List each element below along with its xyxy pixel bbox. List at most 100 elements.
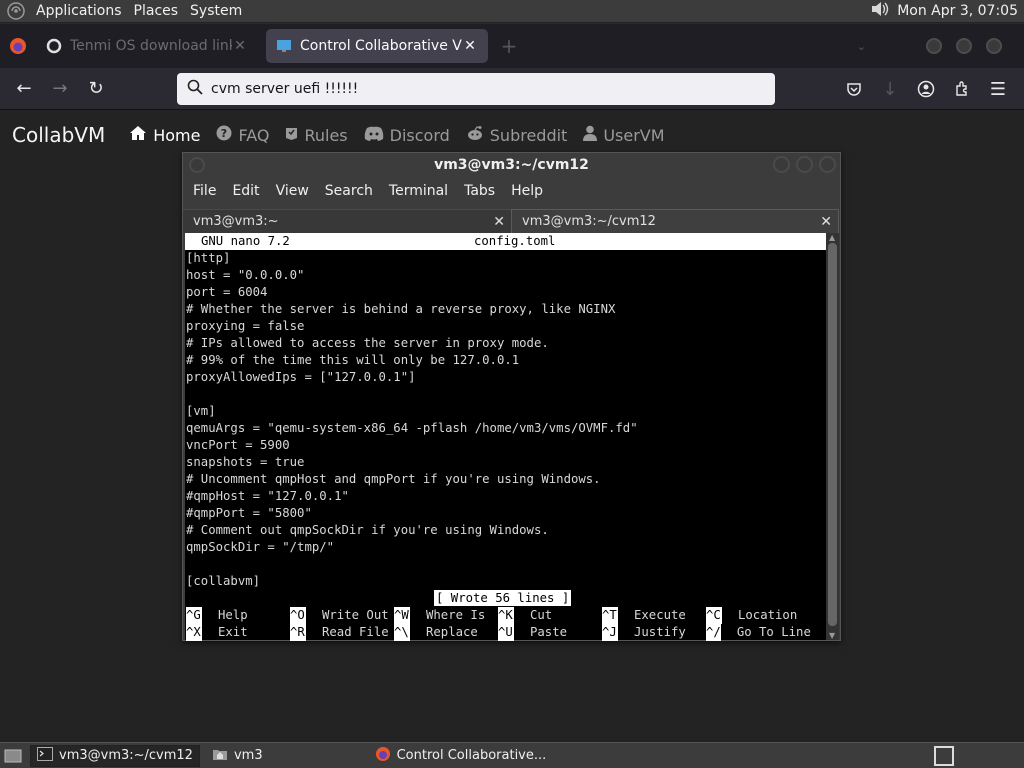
- shortcut-key: ^U: [498, 624, 514, 641]
- workspace-switcher[interactable]: [934, 745, 954, 766]
- downloads-icon[interactable]: ↓: [872, 71, 908, 107]
- nav-rules[interactable]: Rules: [285, 125, 348, 145]
- shortcut-key: ^C: [706, 607, 722, 624]
- shortcut-label: Paste: [530, 625, 568, 639]
- shortcut-label: Replace: [426, 625, 478, 639]
- shortcut-label: Write Out: [322, 608, 389, 622]
- places-menu[interactable]: Places: [130, 3, 187, 19]
- account-icon[interactable]: [908, 71, 944, 107]
- nav-home[interactable]: Home: [129, 125, 200, 145]
- rules-icon: [285, 125, 298, 145]
- close-button[interactable]: [819, 156, 836, 173]
- buffer-line: qmpSockDir = "/tmp/": [186, 540, 335, 554]
- shortcut-label: Location: [738, 608, 798, 622]
- close-icon[interactable]: ✕: [493, 214, 505, 230]
- firefox-icon: [375, 746, 391, 766]
- taskbar-label: vm3: [233, 748, 263, 763]
- reload-button[interactable]: ↻: [78, 71, 114, 107]
- scroll-down-icon[interactable]: ▼: [829, 631, 835, 640]
- taskbar-item-firefox[interactable]: Control Collaborative...: [369, 745, 553, 767]
- menu-edit[interactable]: Edit: [232, 183, 259, 199]
- nav-discord[interactable]: Discord: [364, 126, 450, 145]
- terminal-titlebar[interactable]: vm3@vm3:~/cvm12: [183, 153, 840, 177]
- nano-buffer[interactable]: [http] host = "0.0.0.0" port = 6004 # Wheth…: [185, 250, 827, 590]
- buffer-line: proxying = false: [186, 319, 305, 333]
- taskbar-item-folder[interactable]: vm3: [206, 745, 269, 767]
- browser-tab-strip: Tenmi OS download links ✕ Control Collab…: [0, 24, 1024, 68]
- scroll-up-icon[interactable]: ▲: [829, 233, 835, 242]
- buffer-line: [vm]: [186, 404, 216, 418]
- browser-tab-collabvm[interactable]: Control Collaborative Virtual ✕: [266, 29, 488, 63]
- url-bar[interactable]: cvm server uefi !!!!!!: [177, 73, 775, 105]
- nano-version: GNU nano 7.2: [201, 234, 290, 248]
- nano-shortcut: ^O Write Out: [290, 607, 394, 624]
- system-menu[interactable]: System: [186, 3, 250, 19]
- tab-close-icon[interactable]: ✕: [462, 38, 478, 54]
- shortcut-key: ^W: [394, 607, 410, 624]
- close-icon[interactable]: ✕: [820, 214, 832, 230]
- taskbar-item-terminal[interactable]: vm3@vm3:~/cvm12: [30, 744, 200, 767]
- back-button[interactable]: ←: [6, 71, 42, 107]
- new-tab-button[interactable]: +: [494, 34, 524, 58]
- discord-icon: [364, 126, 384, 145]
- extensions-icon[interactable]: [944, 71, 980, 107]
- tab-title: Control Collaborative Virtual: [300, 38, 462, 54]
- site-brand[interactable]: CollabVM: [12, 123, 105, 147]
- question-icon: ?: [216, 125, 232, 145]
- mate-logo-icon[interactable]: [6, 1, 26, 21]
- nano-shortcut: ^C Location: [706, 607, 810, 624]
- tab-title: Tenmi OS download links: [70, 38, 232, 54]
- list-all-tabs-icon[interactable]: ⌄: [857, 40, 866, 53]
- volume-icon[interactable]: [869, 0, 891, 23]
- buffer-line: snapshots = true: [186, 455, 305, 469]
- terminal-menubar: File Edit View Search Terminal Tabs Help: [183, 177, 840, 205]
- tab-close-icon[interactable]: ✕: [232, 38, 248, 54]
- menu-help[interactable]: Help: [511, 183, 543, 199]
- minimize-button[interactable]: [926, 38, 942, 54]
- nav-uservm[interactable]: UserVM: [583, 125, 665, 145]
- nav-subreddit[interactable]: Subreddit: [466, 125, 567, 145]
- url-text: cvm server uefi !!!!!!: [211, 81, 359, 97]
- nano-shortcut: ^W Where Is: [394, 607, 498, 624]
- menu-search[interactable]: Search: [325, 183, 373, 199]
- maximize-button[interactable]: [796, 156, 813, 173]
- applications-menu[interactable]: Applications: [32, 3, 130, 19]
- scrollbar-thumb[interactable]: [828, 243, 837, 626]
- nano-status-message: [ Wrote 56 lines ]: [434, 590, 572, 606]
- menu-file[interactable]: File: [193, 183, 216, 199]
- close-window-button[interactable]: [986, 38, 1002, 54]
- terminal-tab-home[interactable]: vm3@vm3:~ ✕: [183, 209, 511, 233]
- shortcut-label: Cut: [530, 608, 553, 622]
- terminal-scrollbar[interactable]: ▲ ▼: [826, 233, 839, 640]
- buffer-line: # IPs allowed to access the server in pr…: [186, 336, 549, 350]
- terminal-tab-label: vm3@vm3:~/cvm12: [522, 214, 656, 229]
- buffer-line: #qmpHost = "127.0.0.1": [186, 489, 349, 503]
- menu-tabs[interactable]: Tabs: [464, 183, 495, 199]
- nav-faq[interactable]: ? FAQ: [216, 125, 269, 145]
- buffer-line: # Uncomment qmpHost and qmpPort if you'r…: [186, 472, 601, 486]
- menu-terminal[interactable]: Terminal: [389, 183, 448, 199]
- terminal-tab-cvm12[interactable]: vm3@vm3:~/cvm12 ✕: [511, 209, 839, 233]
- pocket-icon[interactable]: [836, 71, 872, 107]
- window-menu-button[interactable]: [189, 157, 205, 173]
- show-desktop-icon[interactable]: [2, 746, 24, 766]
- nano-shortcut: ^T Execute: [602, 607, 706, 624]
- clock[interactable]: Mon Apr 3, 07:05: [897, 3, 1018, 19]
- shortcut-key: ^R: [290, 624, 306, 641]
- shortcut-key: ^O: [290, 607, 306, 624]
- browser-tab-tenmi[interactable]: Tenmi OS download links ✕: [36, 29, 258, 63]
- menu-view[interactable]: View: [276, 183, 309, 199]
- buffer-line: [185, 556, 827, 573]
- maximize-button[interactable]: [956, 38, 972, 54]
- terminal-icon: [37, 746, 53, 765]
- terminal-screen[interactable]: GNU nano 7.2 config.toml [http] host = "0…: [185, 233, 827, 641]
- minimize-button[interactable]: [773, 156, 790, 173]
- app-menu-icon[interactable]: ☰: [980, 71, 1016, 107]
- shortcut-key: ^T: [602, 607, 618, 624]
- buffer-line: proxyAllowedIps = ["127.0.0.1"]: [186, 370, 416, 384]
- forward-button[interactable]: →: [42, 71, 78, 107]
- taskbar-label: vm3@vm3:~/cvm12: [59, 748, 193, 763]
- firefox-view-icon[interactable]: [0, 37, 36, 55]
- shortcut-key: ^\: [394, 624, 410, 641]
- terminal-window[interactable]: vm3@vm3:~/cvm12 File Edit View Search Te…: [182, 152, 841, 641]
